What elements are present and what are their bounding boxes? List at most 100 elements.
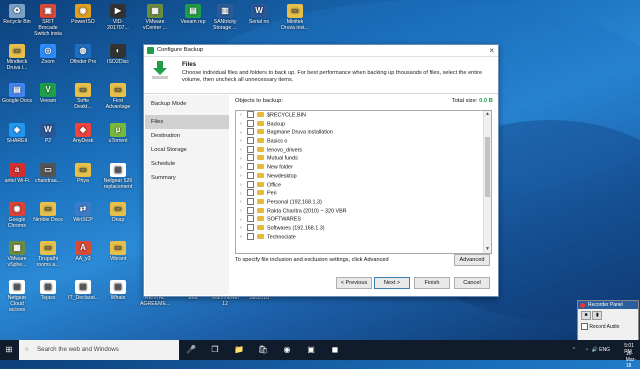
- desktop-icon[interactable]: a airtel Wi-Fi: [2, 163, 32, 184]
- folder-checkbox[interactable]: [247, 223, 254, 231]
- desktop-icon[interactable]: V Veeam: [33, 83, 63, 104]
- wizard-step-destination[interactable]: Destination: [145, 129, 229, 143]
- desktop-icon[interactable]: W P2: [33, 123, 63, 144]
- desktop-icon[interactable]: ▤ IT_Declarat...: [68, 280, 99, 301]
- vm-icon[interactable]: ▣: [304, 343, 318, 357]
- desktop-icon[interactable]: ▣ SRIT Brocade Switch insta: [33, 4, 63, 37]
- taskbar-search-box[interactable]: ○ Search the web and Windows: [19, 340, 179, 360]
- folder-row[interactable]: › New folder: [236, 163, 491, 172]
- desktop-icon[interactable]: ▭ Minitek Druva inst...: [280, 4, 310, 31]
- folder-row[interactable]: › Softwares (192.168.1.3): [236, 223, 491, 233]
- folder-row[interactable]: › $RECYCLE.BIN: [236, 111, 491, 120]
- start-windows-icon[interactable]: ⊞: [2, 343, 16, 357]
- cancel-button[interactable]: Cancel: [454, 277, 490, 289]
- folder-row[interactable]: › Personal (192.168.1.3): [236, 197, 491, 207]
- folder-checkbox[interactable]: [247, 145, 254, 153]
- desktop-icon[interactable]: ◍ Ofinder Pro: [68, 44, 98, 65]
- desktop-icon[interactable]: ▦ VMware vSphe...: [2, 241, 32, 268]
- desktop-icon[interactable]: ▤ Whats: [103, 280, 133, 301]
- desktop-icon[interactable]: ▤ Veeam rep: [178, 4, 208, 25]
- recorder-play-icon[interactable]: ■: [581, 311, 591, 320]
- folder-checkbox[interactable]: [247, 119, 254, 127]
- folder-checkbox[interactable]: [247, 232, 254, 240]
- language-indicator[interactable]: ENG: [599, 347, 610, 353]
- close-icon[interactable]: ×: [489, 45, 494, 56]
- folder-row[interactable]: › Technociate: [236, 232, 491, 242]
- previous-button[interactable]: < Previous: [336, 277, 372, 289]
- desktop-icon[interactable]: ▭ Nimble Docs: [33, 202, 63, 223]
- folder-checkbox[interactable]: [247, 111, 254, 118]
- desktop-icon[interactable]: ◆ AnyDesk: [68, 123, 98, 144]
- desktop-icon[interactable]: ▭ First Advantage: [103, 83, 133, 110]
- desktop-icon[interactable]: ◈ SHAREit: [2, 123, 32, 144]
- desktop-icon[interactable]: ▭ Onap: [103, 202, 133, 223]
- folder-row[interactable]: › Rakta Charitra (2010) ~ 320 VBR: [236, 206, 491, 216]
- desktop-icon[interactable]: W Serial no: [244, 4, 274, 25]
- desktop-icon[interactable]: ◉ PowerISO: [68, 4, 98, 25]
- desktop-icon[interactable]: ▭ Vibrant: [103, 241, 133, 262]
- folder-row[interactable]: › Peri: [236, 189, 491, 198]
- folder-checkbox[interactable]: [247, 189, 254, 197]
- desktop-icon[interactable]: ◐ ISO2Disc: [103, 44, 133, 65]
- folder-row[interactable]: › SOFTWARES: [236, 215, 491, 224]
- tree-scrollbar[interactable]: ▲ ▼: [483, 111, 491, 253]
- desktop-icon[interactable]: ▭ Priya: [68, 163, 98, 184]
- folder-checkbox[interactable]: [247, 171, 254, 179]
- record-audio-checkbox[interactable]: [581, 323, 588, 330]
- desktop-icon[interactable]: ▤ Netgear Cloud access: [2, 280, 32, 313]
- scroll-down-icon[interactable]: ▼: [484, 246, 491, 253]
- task-view-icon[interactable]: ❐: [208, 343, 222, 357]
- folder-checkbox[interactable]: [247, 206, 254, 214]
- desktop-icon[interactable]: ▤ Google Docs: [2, 83, 32, 104]
- folder-row[interactable]: › Mutual funds: [236, 154, 491, 163]
- folder-checkbox[interactable]: [247, 128, 254, 136]
- desktop-icon[interactable]: A AA_v3: [68, 241, 98, 262]
- wizard-step-backup-mode[interactable]: Backup Mode: [145, 97, 229, 111]
- clock-date[interactable]: 16-Mar-18: [626, 351, 636, 369]
- folder-row[interactable]: › Office: [236, 180, 491, 190]
- wizard-step-local-storage[interactable]: Local Storage: [145, 143, 229, 157]
- desktop-icon[interactable]: ◎ Zoom: [33, 44, 63, 65]
- tray-up-icon[interactable]: ⌃: [572, 347, 576, 353]
- folder-checkbox[interactable]: [247, 180, 254, 188]
- folder-checkbox[interactable]: [247, 163, 254, 171]
- desktop-icon[interactable]: ◉ Google Chrome: [2, 202, 32, 229]
- scroll-up-icon[interactable]: ▲: [484, 111, 491, 118]
- next-button[interactable]: Next >: [374, 277, 410, 289]
- desktop-icon[interactable]: ▭ Softe Deskt...: [68, 83, 98, 110]
- folder-checkbox[interactable]: [247, 154, 254, 162]
- folder-checkbox[interactable]: [247, 197, 254, 205]
- desktop-icon[interactable]: ▶ VID-201707...: [103, 4, 133, 31]
- folder-checkbox[interactable]: [247, 137, 254, 145]
- microphone-icon[interactable]: 🎤: [184, 343, 198, 357]
- wizard-step-summary[interactable]: Summary: [145, 171, 229, 185]
- folder-row[interactable]: › Bagmane Druva installation: [236, 128, 491, 137]
- folder-row[interactable]: › lenovo_drivers: [236, 145, 491, 155]
- folder-checkbox[interactable]: [247, 215, 254, 223]
- desktop-icon[interactable]: µ uTorrent: [103, 123, 133, 144]
- desktop-icon[interactable]: ▤ Netgear 526 replacement: [103, 163, 133, 190]
- store-icon[interactable]: 🛍: [256, 343, 270, 357]
- desktop-icon[interactable]: ⇄ WinSCP: [68, 202, 98, 223]
- recorder-pause-icon[interactable]: ▮: [592, 311, 603, 320]
- folder-row[interactable]: › Basics o: [236, 137, 491, 146]
- network-icon[interactable]: ◔: [585, 347, 588, 353]
- expand-chevron-icon[interactable]: ›: [240, 233, 246, 242]
- folder-row[interactable]: › Newdesktop: [236, 171, 491, 181]
- desktop-icon[interactable]: ▦ VMware vCenter ...: [140, 4, 170, 31]
- wizard-step-files[interactable]: Files: [145, 115, 229, 129]
- file-explorer-icon[interactable]: 📁: [232, 343, 246, 357]
- desktop-icon[interactable]: ▤ Tejass: [33, 280, 63, 301]
- wizard-step-schedule[interactable]: Schedule: [145, 157, 229, 171]
- finish-button[interactable]: Finish: [414, 277, 450, 289]
- folder-row[interactable]: › Backup: [236, 119, 491, 129]
- desktop-icon[interactable]: ▭ Tirupathi rooms a...: [33, 241, 63, 268]
- desktop-icon[interactable]: ▭ chandraa...: [33, 163, 63, 184]
- desktop-icon[interactable]: ▥ SANtricity Storage ...: [210, 4, 240, 31]
- chrome-icon[interactable]: ◉: [280, 343, 294, 357]
- desktop-icon[interactable]: ♻ Recycle Bin: [2, 4, 32, 25]
- desktop-icon[interactable]: ▭ Mindteck Druva i...: [2, 44, 32, 71]
- scroll-thumb[interactable]: [485, 137, 490, 197]
- advanced-button[interactable]: Advanced: [454, 254, 490, 266]
- volume-icon[interactable]: 🔊: [592, 347, 598, 353]
